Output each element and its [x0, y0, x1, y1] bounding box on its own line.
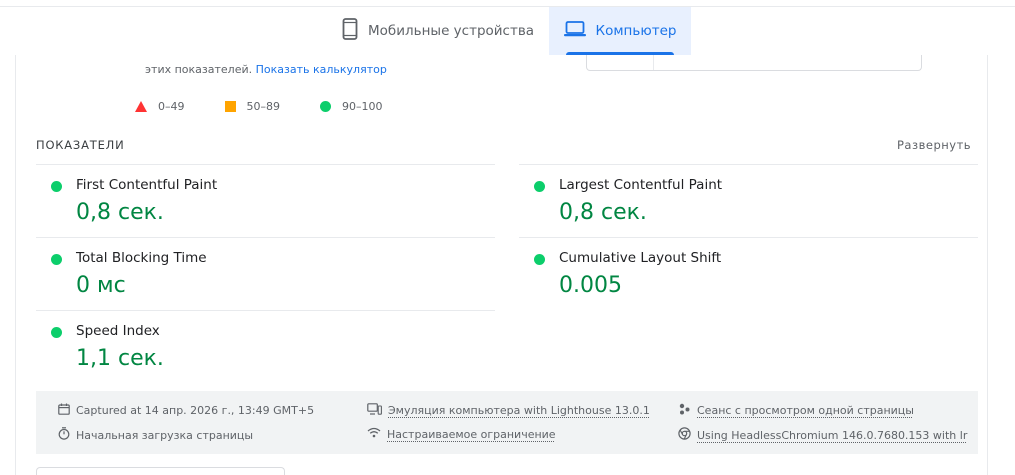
tab-desktop[interactable]: Компьютер	[549, 7, 691, 55]
initial-load-info: Начальная загрузка страницы	[58, 427, 253, 443]
metric-name: Largest Contentful Paint	[559, 177, 722, 193]
throttling-text: Настраиваемое ограничение	[387, 428, 556, 441]
desktop-emulation-icon	[367, 403, 382, 418]
browser-info[interactable]: Using HeadlessChromium 146.0.7680.153 wi…	[678, 427, 967, 443]
wifi-icon	[367, 427, 381, 441]
metric-name: Total Blocking Time	[76, 250, 207, 266]
metrics-title: ПОКАЗАТЕЛИ	[36, 138, 125, 152]
tab-mobile-label: Мобильные устройства	[368, 23, 534, 39]
metric-cls: Cumulative Layout Shift 0.005	[519, 237, 978, 310]
score-box-edge	[586, 55, 922, 71]
pass-circle-icon	[534, 181, 545, 192]
legend-poor-label: 0–49	[158, 100, 185, 113]
legend-average: 50–89	[225, 100, 281, 113]
metric-value: 1,1 сек.	[76, 346, 164, 371]
metric-name: First Contentful Paint	[76, 177, 217, 193]
circle-icon	[320, 101, 331, 112]
stopwatch-icon	[58, 427, 70, 443]
metric-name: Speed Index	[76, 323, 160, 339]
metric-value: 0,8 сек.	[76, 200, 164, 225]
next-card-edge	[36, 467, 285, 475]
metric-value: 0 мс	[76, 273, 126, 298]
pass-circle-icon	[51, 181, 62, 192]
captured-info: Captured at 14 апр. 2026 г., 13:49 GMT+5	[58, 403, 314, 418]
captured-text: Captured at 14 апр. 2026 г., 13:49 GMT+5	[76, 404, 314, 417]
metric-value: 0.005	[559, 273, 622, 298]
initial-load-text: Начальная загрузка страницы	[76, 429, 253, 442]
emulation-text: Эмуляция компьютера with Lighthouse 13.0…	[388, 404, 650, 417]
expand-button[interactable]: Развернуть	[897, 138, 971, 152]
pass-circle-icon	[51, 254, 62, 265]
metric-fcp: First Contentful Paint 0,8 сек.	[36, 164, 495, 237]
throttling-info[interactable]: Настраиваемое ограничение	[367, 427, 556, 441]
square-icon	[225, 101, 236, 112]
laptop-icon	[564, 21, 586, 41]
panel-border-left	[15, 55, 16, 475]
tab-mobile[interactable]: Мобильные устройства	[326, 7, 550, 55]
show-calculator-link[interactable]: Показать калькулятор	[256, 63, 387, 76]
run-info-panel: Captured at 14 апр. 2026 г., 13:49 GMT+5…	[36, 391, 978, 454]
metric-lcp: Largest Contentful Paint 0,8 сек.	[519, 164, 978, 237]
metric-name: Cumulative Layout Shift	[559, 250, 721, 266]
calculator-note-text: этих показателей.	[145, 63, 252, 76]
calendar-icon	[58, 403, 70, 418]
legend-good: 90–100	[320, 100, 383, 113]
metric-value: 0,8 сек.	[559, 200, 647, 225]
tab-desktop-label: Компьютер	[596, 23, 677, 39]
session-text: Сеанс с просмотром одной страницы	[697, 404, 914, 417]
pass-circle-icon	[51, 327, 62, 338]
triangle-icon	[135, 101, 147, 112]
people-icon	[678, 403, 691, 418]
device-tabs: Мобильные устройства Компьютер	[0, 0, 1015, 55]
chrome-icon	[678, 427, 691, 443]
session-info[interactable]: Сеанс с просмотром одной страницы	[678, 403, 914, 418]
pass-circle-icon	[534, 254, 545, 265]
panel-border-right	[987, 55, 988, 475]
metric-tbt: Total Blocking Time 0 мс	[36, 237, 495, 310]
emulation-info[interactable]: Эмуляция компьютера with Lighthouse 13.0…	[367, 403, 650, 418]
legend-poor: 0–49	[135, 100, 185, 113]
legend-good-label: 90–100	[342, 100, 383, 113]
score-legend: 0–49 50–89 90–100	[135, 100, 423, 113]
score-box-divider	[653, 55, 654, 70]
smartphone-icon	[342, 18, 358, 44]
legend-average-label: 50–89	[247, 100, 281, 113]
metric-si: Speed Index 1,1 сек.	[36, 310, 495, 383]
calculator-note: этих показателей. Показать калькулятор	[145, 63, 387, 76]
browser-text: Using HeadlessChromium 146.0.7680.153 wi…	[697, 429, 967, 442]
